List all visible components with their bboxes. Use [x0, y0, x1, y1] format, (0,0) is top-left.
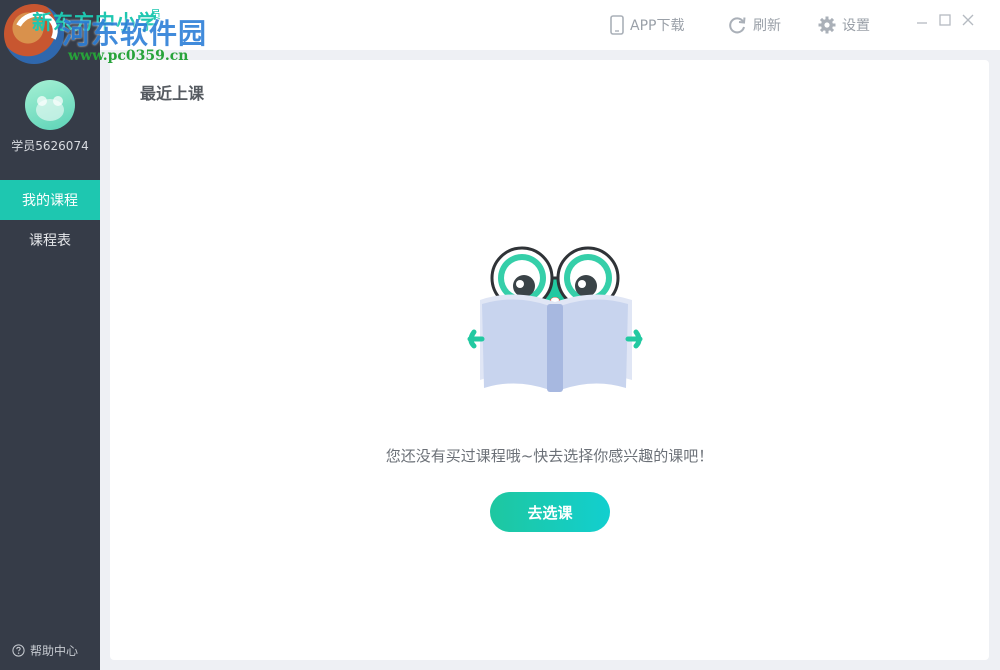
maximize-icon — [939, 14, 951, 26]
maximize-button[interactable] — [937, 12, 953, 28]
help-center-label: 帮助中心 — [30, 643, 79, 658]
settings-button[interactable]: 设置 — [818, 14, 870, 36]
close-button[interactable] — [960, 12, 976, 28]
refresh-icon — [729, 17, 746, 34]
close-icon — [962, 14, 974, 26]
app-download-button[interactable]: APP下载 — [610, 14, 684, 36]
username: 学员5626074 — [11, 139, 89, 153]
watermark-url: www.pc0359.cn — [68, 48, 189, 64]
frog-avatar-icon — [36, 96, 64, 121]
logo-area: 新东方中小学 员 河东软件园 www.pc0359.cn — [0, 0, 220, 70]
frog-reading-book-icon — [467, 246, 643, 392]
refresh-label: 刷新 — [753, 18, 781, 34]
empty-state-illustration — [460, 240, 650, 400]
sidebar-item-schedule[interactable]: 课程表 — [0, 220, 100, 260]
settings-label: 设置 — [842, 18, 870, 34]
avatar[interactable] — [25, 80, 75, 130]
minimize-icon — [917, 22, 927, 24]
sidebar-item-label: 课程表 — [29, 233, 71, 249]
choose-course-button[interactable]: 去选课 — [490, 492, 610, 532]
watermark-name: 河东软件园 — [62, 17, 208, 50]
empty-state-message: 您还没有买过课程哦~快去选择你感兴趣的课吧！ — [385, 447, 714, 465]
main-panel: 最近上课 您还没有买过课程哦~快去选择你感兴趣的课吧！ 去选课 — [110, 60, 989, 660]
section-title: 最近上课 — [140, 84, 205, 103]
choose-course-label: 去选课 — [527, 503, 573, 522]
phone-icon — [610, 15, 624, 35]
sidebar-item-my-courses[interactable]: 我的课程 — [0, 180, 100, 220]
app-download-label: APP下载 — [630, 18, 685, 34]
gear-icon — [818, 16, 836, 34]
minimize-button[interactable] — [914, 12, 930, 28]
refresh-button[interactable]: 刷新 — [727, 14, 781, 36]
help-center-link[interactable]: 帮助中心 — [12, 640, 78, 660]
sidebar: 学员5626074 我的课程 课程表 帮助中心 — [0, 0, 100, 670]
sidebar-item-label: 我的课程 — [22, 193, 78, 209]
title-bar: APP下载 刷新 设置 — [100, 0, 1000, 50]
question-circle-icon — [12, 643, 25, 657]
